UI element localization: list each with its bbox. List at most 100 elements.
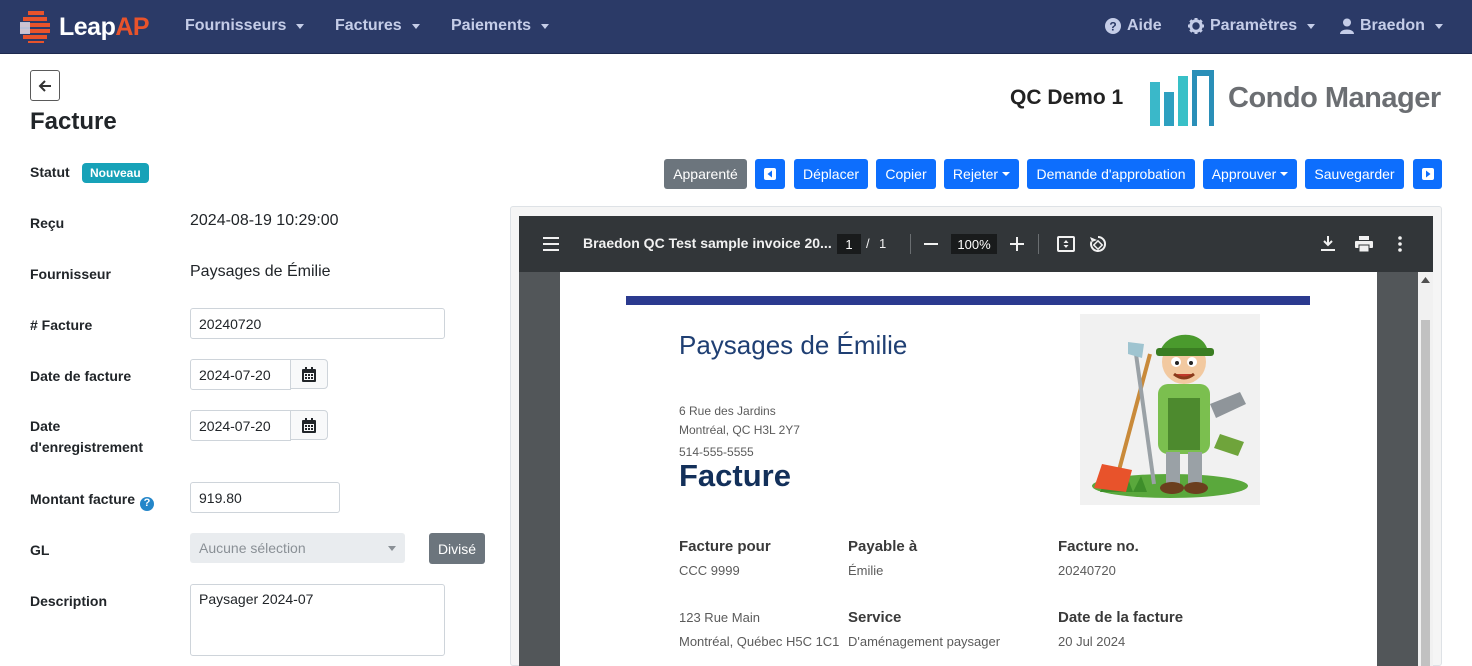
nav-factures[interactable]: Factures bbox=[335, 17, 420, 35]
montant-input[interactable]: 919.80 bbox=[190, 482, 340, 513]
user-icon bbox=[1340, 18, 1354, 34]
date-facture-input[interactable]: 2024-07-20 bbox=[190, 359, 291, 390]
pdf-page-separator: / bbox=[866, 236, 870, 251]
back-button[interactable] bbox=[30, 70, 60, 101]
date-enreg-calendar-button[interactable] bbox=[290, 410, 328, 440]
gardener-illustration bbox=[1080, 314, 1260, 505]
print-icon[interactable] bbox=[1355, 236, 1373, 252]
chevron-down-icon bbox=[1434, 23, 1443, 29]
rotate-icon[interactable] bbox=[1089, 235, 1107, 253]
pdf-page-input[interactable]: 1 bbox=[837, 234, 861, 254]
payable-value: Émilie bbox=[848, 563, 884, 578]
demande-approbation-button[interactable]: Demande d'approbation bbox=[1027, 159, 1195, 189]
statut-label: Statut bbox=[30, 164, 70, 180]
invoice-company-name: Paysages de Émilie bbox=[679, 330, 908, 360]
scrollbar-thumb[interactable] bbox=[1421, 320, 1430, 666]
recu-value: 2024-08-19 10:29:00 bbox=[190, 212, 339, 229]
date-enreg-input[interactable]: 2024-07-20 bbox=[190, 410, 291, 441]
deplacer-button[interactable]: Déplacer bbox=[794, 159, 868, 189]
invoice-address-line1: 6 Rue des Jardins bbox=[679, 404, 776, 418]
svg-text:?: ? bbox=[1109, 20, 1116, 34]
calendar-icon bbox=[302, 366, 316, 382]
gear-icon bbox=[1188, 18, 1204, 34]
calendar-icon bbox=[302, 417, 316, 433]
nav-paiements[interactable]: Paiements bbox=[451, 17, 550, 35]
date-facture-label: Date de facture bbox=[30, 368, 132, 384]
fournisseur-value: Paysages de Émilie bbox=[190, 263, 331, 280]
chevron-down-icon bbox=[541, 23, 550, 29]
gl-select[interactable]: Aucune sélection bbox=[190, 533, 405, 563]
service-label: Service bbox=[848, 609, 902, 626]
pdf-scrollbar[interactable] bbox=[1418, 272, 1433, 666]
apparente-button[interactable]: Apparenté bbox=[664, 159, 747, 189]
brand-logo[interactable]: LeapAP bbox=[20, 11, 150, 43]
service-value: D'aménagement paysager bbox=[848, 634, 1001, 649]
description-label: Description bbox=[30, 593, 108, 609]
nav-aide[interactable]: ? Aide bbox=[1105, 17, 1162, 35]
help-icon[interactable]: ? bbox=[140, 496, 154, 511]
date-facture-calendar-button[interactable] bbox=[290, 359, 328, 389]
copier-button[interactable]: Copier bbox=[876, 159, 936, 189]
pdf-page: Paysages de Émilie 6 Rue des Jardins Mon… bbox=[560, 272, 1377, 666]
bill-to-value: CCC 9999 bbox=[679, 563, 740, 578]
chevron-down-icon bbox=[1280, 172, 1289, 176]
building-logo-icon bbox=[1150, 70, 1214, 126]
date-enreg-label: Date d'enregistrement bbox=[30, 418, 144, 455]
nav-fournisseurs[interactable]: Fournisseurs bbox=[185, 17, 305, 35]
bill-to-address1: 123 Rue Main bbox=[679, 610, 760, 625]
invoice-title: Facture bbox=[679, 458, 791, 493]
pdf-page-total: 1 bbox=[879, 236, 887, 251]
condo-manager-logo: Condo Manager bbox=[1150, 70, 1441, 126]
invoice-no-value: 20240720 bbox=[1058, 563, 1116, 578]
invoice-address-line2: Montréal, QC H3L 2Y7 bbox=[679, 423, 800, 437]
nav-parametres[interactable]: Paramètres bbox=[1188, 17, 1316, 35]
gl-label: GL bbox=[30, 542, 50, 558]
payable-label: Payable à bbox=[848, 538, 918, 555]
status-badge: Nouveau bbox=[82, 163, 149, 183]
zoom-out-icon[interactable] bbox=[924, 243, 938, 245]
rejeter-button[interactable]: Rejeter bbox=[944, 159, 1019, 189]
nav-user[interactable]: Braedon bbox=[1340, 17, 1443, 35]
prev-button[interactable] bbox=[755, 159, 785, 189]
divider bbox=[910, 234, 911, 254]
invoice-date-label: Date de la facture bbox=[1058, 609, 1184, 626]
sauvegarder-button[interactable]: Sauvegarder bbox=[1305, 159, 1404, 189]
top-navbar: LeapAP Fournisseurs Factures Paiements ?… bbox=[0, 0, 1472, 54]
chevron-down-icon bbox=[1002, 172, 1011, 176]
more-vert-icon[interactable] bbox=[1398, 236, 1402, 252]
fit-page-icon[interactable] bbox=[1057, 236, 1075, 252]
invoice-date-value: 20 Jul 2024 bbox=[1058, 634, 1126, 649]
download-icon[interactable] bbox=[1321, 236, 1335, 252]
facture-no-input[interactable]: 20240720 bbox=[190, 308, 445, 339]
facture-no-label: # Facture bbox=[30, 317, 93, 333]
fournisseur-label: Fournisseur bbox=[30, 266, 111, 282]
pdf-file-title: Braedon QC Test sample invoice 20... bbox=[583, 235, 832, 251]
chevron-down-icon bbox=[411, 23, 420, 29]
pdf-zoom-input[interactable]: 100% bbox=[951, 234, 997, 254]
invoice-header-band bbox=[626, 296, 1310, 305]
menu-icon[interactable] bbox=[543, 237, 559, 251]
description-textarea[interactable]: Paysager 2024-07 bbox=[190, 584, 445, 656]
next-button[interactable] bbox=[1413, 159, 1442, 189]
pdf-viewer: Braedon QC Test sample invoice 20... 1 /… bbox=[519, 216, 1433, 666]
chevron-down-icon bbox=[1307, 23, 1316, 29]
recu-label: Reçu bbox=[30, 215, 65, 231]
page-title: Facture bbox=[30, 108, 117, 135]
divider bbox=[1038, 234, 1039, 254]
scroll-up-icon[interactable] bbox=[1421, 277, 1430, 283]
bill-to-label: Facture pour bbox=[679, 538, 771, 555]
pdf-toolbar: Braedon QC Test sample invoice 20... 1 /… bbox=[519, 216, 1433, 272]
montant-label: Montant facture? bbox=[30, 489, 154, 511]
invoice-phone: 514-555-5555 bbox=[679, 445, 754, 459]
approuver-button[interactable]: Approuver bbox=[1203, 159, 1297, 189]
caret-left-square-icon bbox=[764, 168, 776, 180]
divise-button[interactable]: Divisé bbox=[429, 533, 485, 564]
question-circle-icon: ? bbox=[1105, 18, 1121, 34]
chevron-down-icon bbox=[296, 23, 305, 29]
arrow-left-icon bbox=[38, 79, 51, 92]
brand-name: LeapAP bbox=[59, 12, 150, 41]
zoom-in-icon[interactable] bbox=[1010, 237, 1024, 251]
caret-right-square-icon bbox=[1421, 168, 1434, 180]
chevron-down-icon bbox=[388, 545, 396, 551]
bill-to-address2: Montréal, Québec H5C 1C1 bbox=[679, 634, 840, 649]
